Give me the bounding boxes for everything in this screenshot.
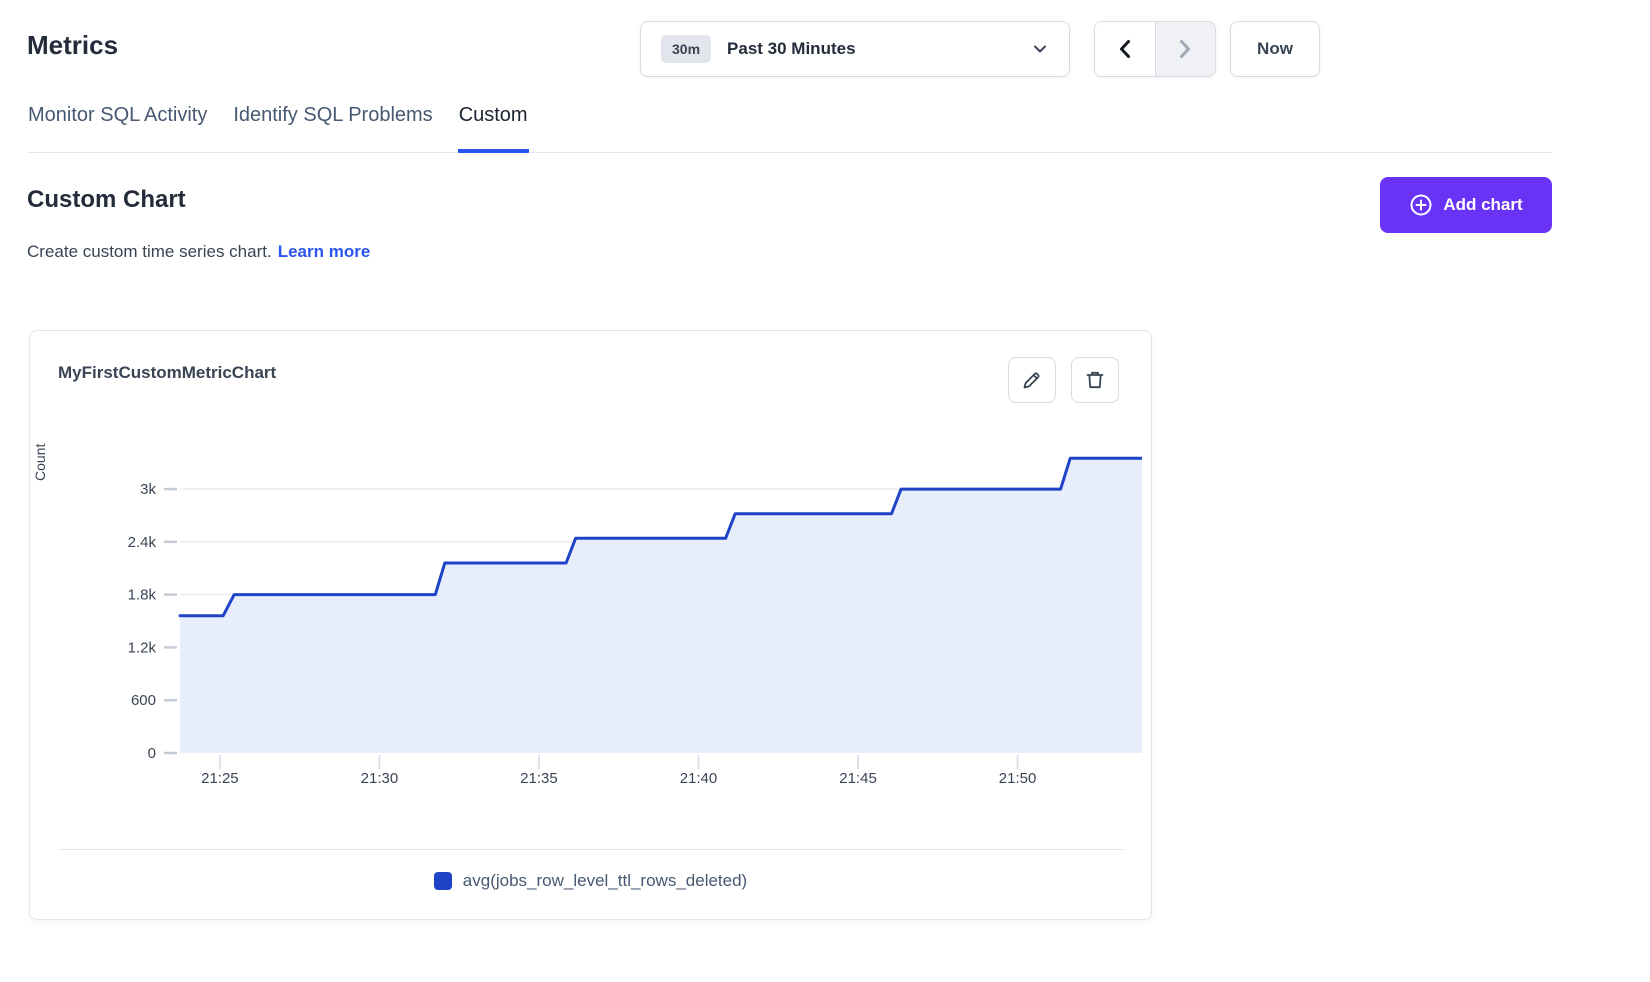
- now-button[interactable]: Now: [1230, 21, 1320, 77]
- y-axis-title: Count: [32, 444, 48, 481]
- svg-text:21:40: 21:40: [680, 770, 718, 787]
- svg-text:1.2k: 1.2k: [128, 639, 157, 656]
- subtitle-text: Create custom time series chart.: [27, 242, 272, 261]
- chevron-left-icon: [1115, 37, 1135, 61]
- add-chart-button[interactable]: Add chart: [1380, 177, 1552, 233]
- section-subtitle: Create custom time series chart. Learn mo…: [27, 242, 370, 262]
- legend-swatch: [434, 872, 452, 890]
- learn-more-link[interactable]: Learn more: [278, 242, 371, 261]
- time-nav-group: [1094, 21, 1216, 77]
- svg-text:600: 600: [131, 692, 156, 709]
- svg-text:2.4k: 2.4k: [128, 534, 157, 551]
- time-range-label: Past 30 Minutes: [727, 39, 1031, 59]
- time-prev-button[interactable]: [1095, 22, 1155, 76]
- tab-identify-sql-problems[interactable]: Identify SQL Problems: [232, 100, 433, 153]
- chart-legend: avg(jobs_row_level_ttl_rows_deleted): [30, 871, 1151, 891]
- plus-circle-icon: [1409, 193, 1433, 217]
- svg-text:21:35: 21:35: [520, 770, 558, 787]
- tab-monitor-sql-activity[interactable]: Monitor SQL Activity: [27, 100, 208, 153]
- svg-text:3k: 3k: [140, 481, 156, 498]
- svg-text:0: 0: [148, 745, 156, 762]
- svg-text:21:25: 21:25: [201, 770, 239, 787]
- time-range-dropdown[interactable]: 30m Past 30 Minutes: [640, 21, 1070, 77]
- chevron-down-icon: [1031, 40, 1049, 58]
- svg-text:1.8k: 1.8k: [128, 587, 157, 604]
- chart-title: MyFirstCustomMetricChart: [58, 363, 276, 383]
- tab-bar: Monitor SQL Activity Identify SQL Proble…: [27, 100, 1552, 153]
- time-series-chart: 0 600 1.2k 1.8k 2.4k 3k 21:25 21:30 21:35 21:40 21…: [58, 421, 1142, 796]
- card-divider: [58, 849, 1125, 850]
- svg-text:21:45: 21:45: [839, 770, 877, 787]
- trash-icon: [1084, 369, 1106, 391]
- time-range-badge: 30m: [661, 35, 711, 63]
- page-title: Metrics: [27, 30, 118, 61]
- chevron-right-icon: [1175, 37, 1195, 61]
- chart-plot-area[interactable]: 0 600 1.2k 1.8k 2.4k 3k 21:25 21:30 21:35 21:40 21…: [58, 421, 1142, 796]
- svg-text:21:50: 21:50: [999, 770, 1037, 787]
- pencil-icon: [1021, 369, 1043, 391]
- time-next-button[interactable]: [1155, 22, 1216, 76]
- add-chart-label: Add chart: [1443, 195, 1522, 215]
- custom-chart-card: MyFirstCustomMetricChart Count 0 600 1.2k 1…: [29, 330, 1152, 920]
- tab-custom[interactable]: Custom: [458, 100, 529, 153]
- trash-icon-button[interactable]: [1071, 357, 1119, 403]
- svg-text:21:30: 21:30: [361, 770, 399, 787]
- legend-label: avg(jobs_row_level_ttl_rows_deleted): [463, 871, 747, 891]
- section-heading: Custom Chart: [27, 186, 186, 214]
- edit-chart-button[interactable]: [1008, 357, 1056, 403]
